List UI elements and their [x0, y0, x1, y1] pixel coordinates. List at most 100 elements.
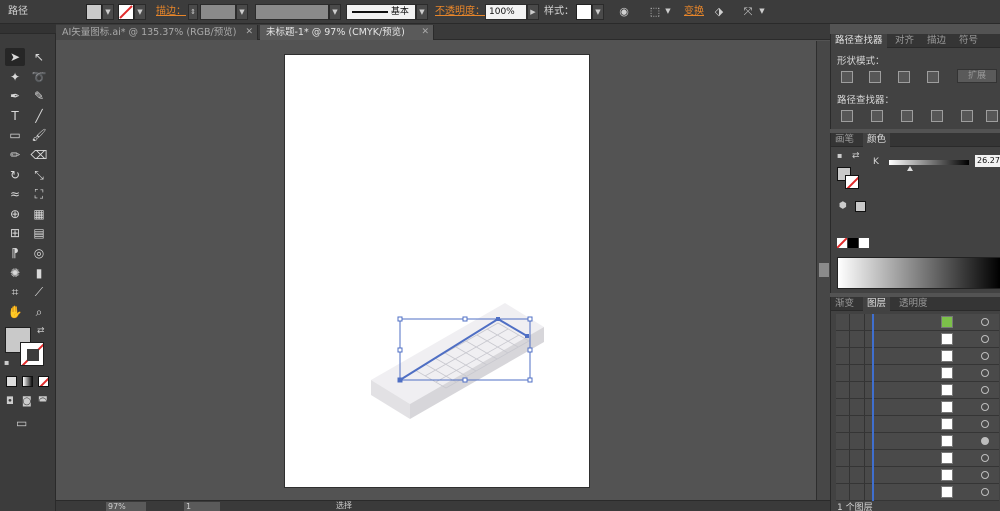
k-slider-thumb[interactable] — [907, 166, 914, 171]
free-transform-tool-icon[interactable]: ⛶ — [29, 185, 49, 203]
lock-toggle[interactable] — [851, 399, 865, 415]
pencil-tool-icon[interactable]: ✏ — [5, 146, 25, 164]
blend-tool-icon[interactable]: ◎ — [29, 244, 49, 262]
perspective-grid-tool-icon[interactable]: ▦ — [29, 205, 49, 223]
slice-tool-icon[interactable]: ⟋ — [29, 283, 49, 301]
target-icon[interactable] — [981, 335, 989, 343]
scale-tool-icon[interactable]: ⤡ — [29, 166, 49, 184]
black-swatch[interactable] — [848, 238, 858, 248]
magic-wand-tool-icon[interactable]: ✦ — [5, 68, 25, 86]
gradient-tool-icon[interactable]: ▤ — [29, 224, 49, 242]
tab-symbols[interactable]: 符号 — [955, 34, 982, 48]
artboard-tool-icon[interactable]: ⌗ — [5, 283, 25, 301]
draw-normal-icon[interactable]: ◘ — [6, 396, 14, 407]
layer-row[interactable] — [836, 416, 999, 433]
rotate-tool-icon[interactable]: ↻ — [5, 166, 25, 184]
stroke-profile-select[interactable]: 基本 — [346, 4, 416, 20]
tab-align[interactable]: 对齐 — [891, 34, 918, 48]
expand-button[interactable]: 扩展 — [957, 69, 997, 83]
direct-selection-tool-icon[interactable]: ↖ — [29, 48, 49, 66]
transform-icon[interactable]: ⬗ — [711, 4, 727, 20]
default-colors-icon[interactable]: ▪ — [4, 358, 9, 367]
artboard[interactable] — [284, 54, 590, 488]
mesh-tool-icon[interactable]: ⊞ — [5, 224, 25, 242]
tab-transparency[interactable]: 透明度 — [895, 297, 932, 311]
recolor-artwork-icon[interactable]: ◉ — [616, 4, 632, 20]
visibility-toggle[interactable] — [836, 433, 850, 449]
layer-row[interactable] — [836, 484, 999, 501]
fill-dropdown[interactable]: ▼ — [102, 4, 114, 20]
tab-color[interactable]: 颜色 — [863, 133, 891, 147]
visibility-toggle[interactable] — [836, 314, 850, 330]
divide-button[interactable] — [841, 110, 853, 122]
layer-row[interactable] — [836, 382, 999, 399]
lock-toggle[interactable] — [851, 348, 865, 364]
layer-row[interactable] — [836, 365, 999, 382]
eraser-tool-icon[interactable]: ⌫ — [29, 146, 49, 164]
crop-button[interactable] — [931, 110, 943, 122]
lock-toggle[interactable] — [851, 450, 865, 466]
target-icon[interactable] — [981, 386, 989, 394]
variable-width-field[interactable] — [255, 4, 329, 20]
outline-button[interactable] — [961, 110, 973, 122]
target-icon[interactable] — [981, 403, 989, 411]
none-mode-button[interactable] — [38, 376, 49, 387]
tab-ai-icon-doc[interactable]: AI矢量图标.ai* @ 135.37% (RGB/预览) ✕ — [56, 25, 258, 40]
visibility-toggle[interactable] — [836, 331, 850, 347]
visibility-toggle[interactable] — [836, 416, 850, 432]
layer-row[interactable] — [836, 467, 999, 484]
visibility-toggle[interactable] — [836, 382, 850, 398]
symbol-sprayer-tool-icon[interactable]: ✺ — [5, 264, 25, 282]
stroke-profile-dropdown[interactable]: ▼ — [416, 4, 428, 20]
none-swatch[interactable] — [837, 238, 847, 248]
tab-untitled-1[interactable]: 未标题-1* @ 97% (CMYK/预览) ✕ — [260, 25, 434, 40]
lock-toggle[interactable] — [851, 416, 865, 432]
layer-row[interactable] — [836, 433, 999, 450]
hand-tool-icon[interactable]: ✋ — [5, 303, 25, 321]
canvas[interactable] — [56, 41, 830, 500]
isolate-icon[interactable]: ⤧ — [740, 4, 756, 20]
swap-colors-icon[interactable]: ⇄ — [852, 151, 860, 161]
draw-inside-icon[interactable]: ◚ — [38, 396, 48, 407]
selection-tool-icon[interactable]: ➤ — [5, 48, 25, 66]
close-icon[interactable]: ✕ — [245, 25, 253, 40]
k-slider-track[interactable] — [889, 160, 969, 165]
unite-button[interactable] — [841, 71, 853, 83]
opacity-dropdown[interactable]: ▶ — [527, 4, 539, 20]
exclude-button[interactable] — [927, 71, 939, 83]
lock-toggle[interactable] — [851, 365, 865, 381]
opacity-input[interactable]: 100% — [485, 4, 527, 20]
stroke-dropdown[interactable]: ▼ — [134, 4, 146, 20]
minus-front-button[interactable] — [869, 71, 881, 83]
out-of-web-gamut-icon[interactable]: ⬢ — [839, 201, 847, 211]
tab-stroke[interactable]: 描边 — [923, 34, 950, 48]
graph-tool-icon[interactable]: ▮ — [29, 264, 49, 282]
lock-toggle[interactable] — [851, 331, 865, 347]
type-tool-icon[interactable]: T — [5, 107, 25, 125]
isometric-keyboard-artwork[interactable] — [285, 55, 591, 489]
zoom-select[interactable]: 97% — [106, 502, 146, 511]
target-icon[interactable] — [981, 420, 989, 428]
stroke-weight-dropdown[interactable]: ▼ — [236, 4, 248, 20]
trim-button[interactable] — [871, 110, 883, 122]
paintbrush-tool-icon[interactable]: 🖌 — [29, 126, 49, 144]
fill-swatch[interactable] — [86, 4, 102, 20]
layer-row[interactable] — [836, 331, 999, 348]
zoom-tool-icon[interactable]: ⌕ — [29, 303, 49, 321]
tab-brushes[interactable]: 画笔 — [831, 133, 858, 147]
swap-fill-stroke-icon[interactable]: ⇄ — [37, 326, 45, 336]
line-tool-icon[interactable]: ╱ — [29, 107, 49, 125]
target-icon[interactable] — [981, 488, 989, 496]
default-colors-icon[interactable]: ▪ — [837, 151, 842, 160]
draw-behind-icon[interactable]: ◙ — [22, 396, 32, 407]
tab-pathfinder[interactable]: 路径查找器 — [831, 34, 887, 48]
target-icon[interactable] — [981, 318, 989, 326]
align-to-selection-icon[interactable]: ⬚ — [647, 4, 663, 20]
gradient-mode-button[interactable] — [22, 376, 33, 387]
rectangle-tool-icon[interactable]: ▭ — [5, 126, 25, 144]
stroke-weight-field[interactable] — [200, 4, 236, 20]
target-icon[interactable] — [981, 471, 989, 479]
visibility-toggle[interactable] — [836, 348, 850, 364]
curvature-tool-icon[interactable]: ✎ — [29, 87, 49, 105]
panel-grip[interactable] — [0, 24, 56, 34]
